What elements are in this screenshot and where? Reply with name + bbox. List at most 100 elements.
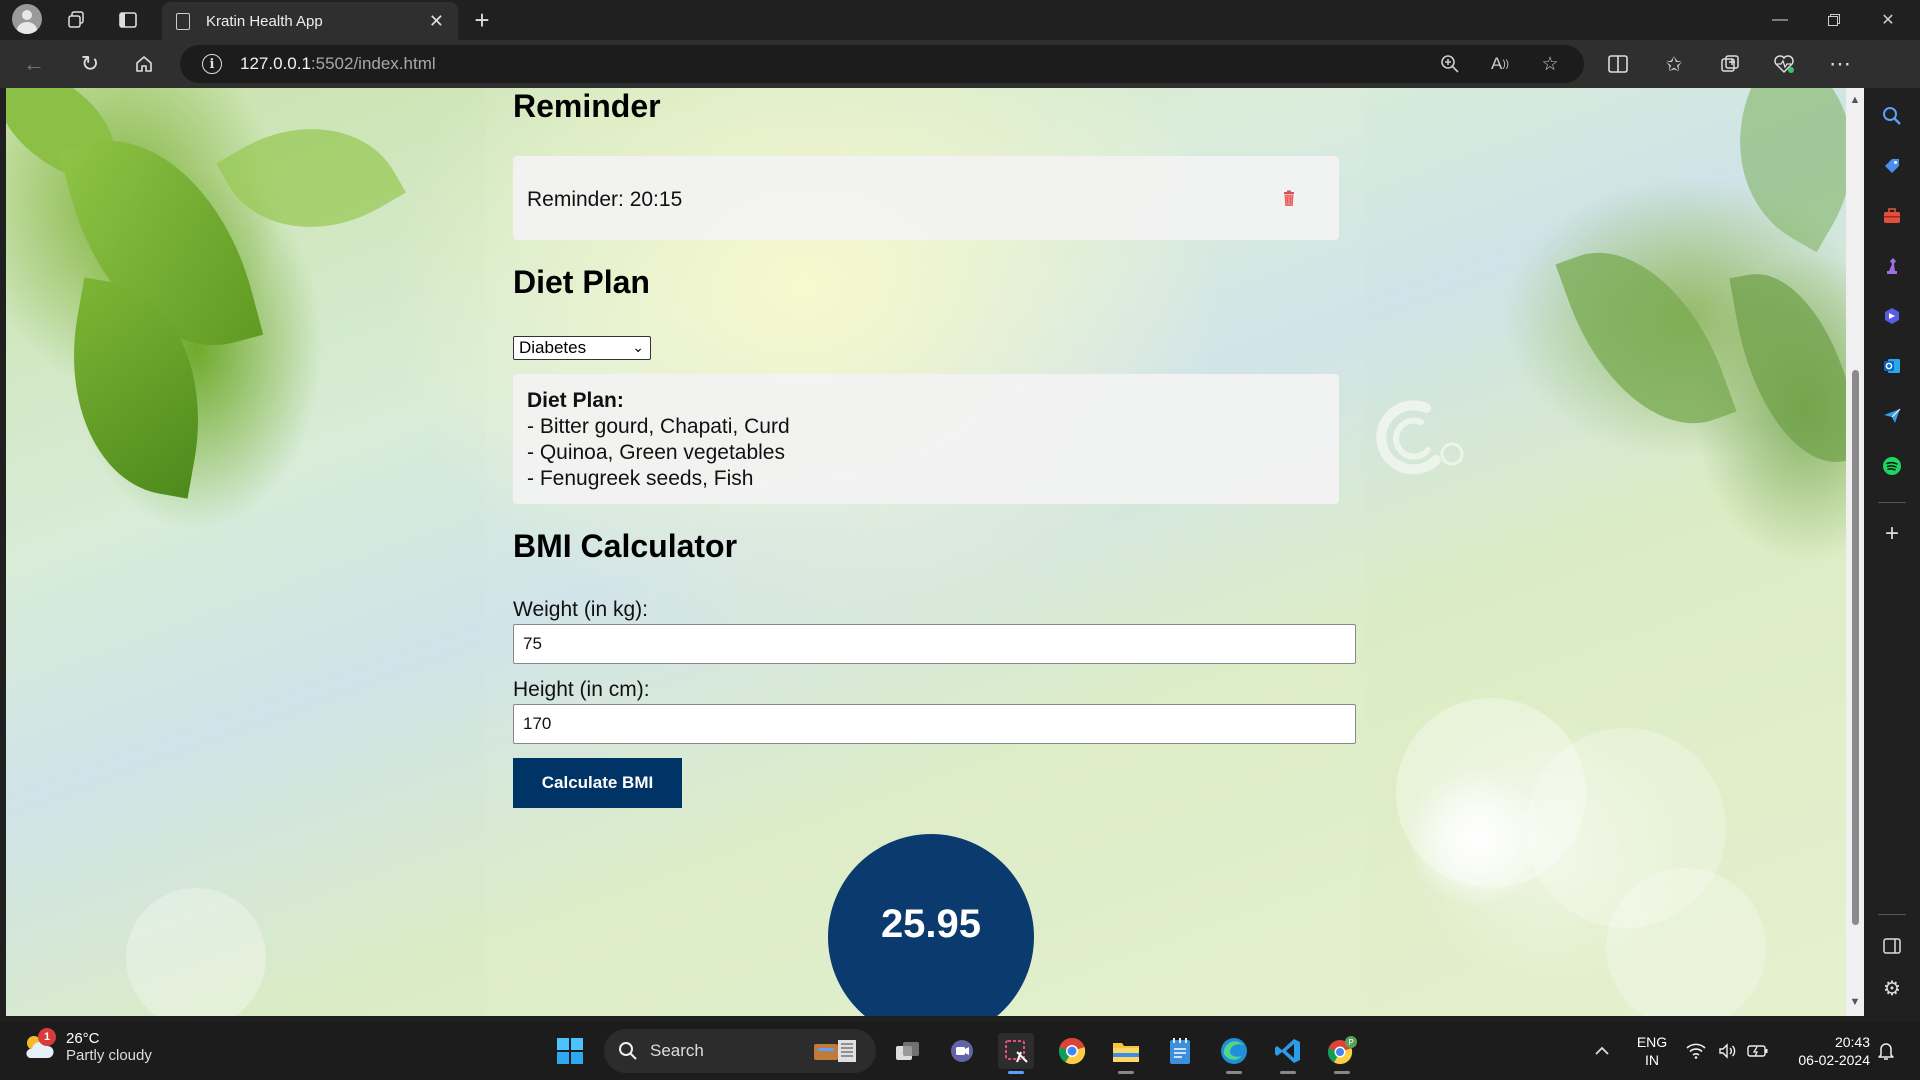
favorites-icon[interactable]: ✩ <box>1656 48 1692 80</box>
scrollbar-thumb[interactable] <box>1852 370 1859 925</box>
sidebar-tools-icon[interactable] <box>1876 200 1908 232</box>
show-hidden-icons-chevron-up-icon[interactable] <box>1584 1033 1620 1069</box>
weight-input-value: 75 <box>523 634 542 653</box>
open-app-indicator <box>1334 1071 1350 1074</box>
task-view-icon[interactable] <box>890 1033 926 1069</box>
read-aloud-icon[interactable]: A)) <box>1484 48 1516 80</box>
background-leaf <box>1695 88 1846 253</box>
sidebar-shopping-icon[interactable] <box>1876 150 1908 182</box>
open-app-indicator <box>1118 1071 1134 1074</box>
edge-sidebar: + ⚙ <box>1864 88 1920 1016</box>
clock-date: 06-02-2024 <box>1798 1052 1870 1068</box>
workspaces-icon[interactable] <box>60 4 92 36</box>
background-leaf <box>216 88 406 268</box>
weather-widget[interactable]: 1 26°C Partly cloudy <box>22 1028 152 1064</box>
notifications-bell-icon[interactable] <box>1868 1033 1904 1069</box>
reminder-item: Reminder: 20:15 <box>513 156 1339 240</box>
vscode-icon[interactable] <box>1270 1033 1306 1069</box>
bmi-calculator-title: BMI Calculator <box>513 528 738 564</box>
height-input-value: 170 <box>523 714 552 733</box>
open-app-indicator <box>1280 1071 1296 1074</box>
taskbar-search[interactable]: Search <box>604 1029 876 1073</box>
sidebar-search-icon[interactable] <box>1876 100 1908 132</box>
diet-plan-title: Diet Plan <box>513 264 650 300</box>
condition-select-value: Diabetes <box>519 338 587 357</box>
sidebar-outlook-icon[interactable] <box>1876 350 1908 382</box>
windows-taskbar: 1 26°C Partly cloudy Search P ENG IN 20:… <box>0 1022 1920 1080</box>
search-highlight-icon <box>814 1040 856 1062</box>
scroll-down-arrow-icon[interactable]: ▼ <box>1849 996 1861 1008</box>
background-bokeh <box>126 888 266 1016</box>
diet-plan-box: Diet Plan: - Bitter gourd, Chapati, Curd… <box>513 374 1339 504</box>
reminder-title: Reminder <box>513 88 661 124</box>
url-path: :5502/index.html <box>310 54 436 73</box>
notepad-icon[interactable] <box>1162 1033 1198 1069</box>
background-leaf <box>1729 260 1846 476</box>
more-options-icon[interactable]: ⋯ <box>1822 48 1858 80</box>
back-arrow-icon[interactable]: ← <box>16 48 52 80</box>
svg-text:P: P <box>1348 1038 1353 1047</box>
delete-trash-icon[interactable] <box>1283 190 1295 206</box>
app-content: Reminder Reminder: 20:15 Diet Plan Diabe… <box>486 88 1366 1016</box>
close-tab-icon[interactable]: ✕ <box>429 11 444 32</box>
collections-icon[interactable] <box>1712 48 1748 80</box>
watermark-logo-icon <box>1376 400 1464 475</box>
weather-alert-badge: 1 <box>38 1028 56 1046</box>
sidebar-separator <box>1878 502 1906 503</box>
sidebar-games-icon[interactable] <box>1876 250 1908 282</box>
region-code: IN <box>1645 1052 1659 1068</box>
url-host: 127.0.0.1 <box>240 54 311 73</box>
page-scrollbar[interactable]: ▲ ▼ <box>1846 88 1864 1016</box>
sidebar-spotify-icon[interactable] <box>1876 450 1908 482</box>
clock[interactable]: 20:43 06-02-2024 <box>1780 1033 1870 1069</box>
height-input[interactable]: 170 <box>513 704 1356 744</box>
vertical-tabs-icon[interactable] <box>112 4 144 36</box>
calculate-bmi-button[interactable]: Calculate BMI <box>513 758 682 808</box>
page-icon <box>176 12 190 30</box>
favorite-star-icon[interactable]: ☆ <box>1534 48 1566 80</box>
windows-start-icon[interactable] <box>552 1033 588 1069</box>
sidebar-send-icon[interactable] <box>1876 400 1908 432</box>
clock-time: 20:43 <box>1834 1034 1870 1050</box>
diet-plan-content: Diet Plan: - Bitter gourd, Chapati, Curd… <box>527 388 790 492</box>
input-language[interactable]: ENG IN <box>1632 1033 1672 1069</box>
diet-line: - Quinoa, Green vegetables <box>527 441 785 464</box>
new-tab-button[interactable]: + <box>466 4 498 36</box>
wifi-icon[interactable] <box>1678 1033 1714 1069</box>
condition-select[interactable]: Diabetes ⌄ <box>513 336 651 360</box>
close-window-button[interactable]: ✕ <box>1860 0 1916 40</box>
split-screen-icon[interactable] <box>1600 48 1636 80</box>
weather-temperature: 26°C <box>66 1030 100 1047</box>
sidebar-hide-icon[interactable] <box>1876 930 1908 962</box>
address-bar[interactable]: i 127.0.0.1:5502/index.html A)) ☆ <box>180 45 1584 83</box>
open-app-indicator <box>1226 1071 1242 1074</box>
partly-cloudy-icon: 1 <box>22 1028 56 1062</box>
edge-browser-icon[interactable] <box>1216 1033 1252 1069</box>
chrome-profile-icon[interactable]: P <box>1324 1033 1360 1069</box>
zoom-icon[interactable] <box>1434 48 1466 80</box>
chrome-icon[interactable] <box>1054 1033 1090 1069</box>
sidebar-settings-gear-icon[interactable]: ⚙ <box>1876 972 1908 1004</box>
home-icon[interactable] <box>126 48 162 80</box>
sidebar-separator <box>1878 914 1906 915</box>
browser-title-bar: Kratin Health App ✕ + — ✕ <box>0 0 1920 40</box>
browser-essentials-icon[interactable] <box>1766 48 1802 80</box>
refresh-icon[interactable]: ↻ <box>72 48 108 80</box>
weight-input[interactable]: 75 <box>513 624 1356 664</box>
minimize-button[interactable]: — <box>1752 0 1808 40</box>
file-explorer-icon[interactable] <box>1108 1033 1144 1069</box>
site-info-icon[interactable]: i <box>202 54 222 74</box>
browser-toolbar: ← ↻ i 127.0.0.1:5502/index.html A)) ☆ ✩ … <box>0 40 1920 88</box>
battery-charging-icon[interactable] <box>1740 1033 1776 1069</box>
scroll-up-arrow-icon[interactable]: ▲ <box>1849 94 1861 106</box>
sidebar-copilot-icon[interactable] <box>1876 300 1908 332</box>
snipping-tool-icon[interactable] <box>998 1033 1034 1069</box>
reminder-text: Reminder: 20:15 <box>527 188 683 211</box>
teams-chat-icon[interactable] <box>944 1033 980 1069</box>
tab-kratin-health[interactable]: Kratin Health App ✕ <box>162 2 458 40</box>
diet-line: - Bitter gourd, Chapati, Curd <box>527 415 790 438</box>
sidebar-add-icon[interactable]: + <box>1876 518 1908 550</box>
bmi-result-value: 25.95 <box>880 902 982 946</box>
restore-button[interactable] <box>1806 0 1862 40</box>
profile-avatar-icon[interactable] <box>12 4 42 34</box>
